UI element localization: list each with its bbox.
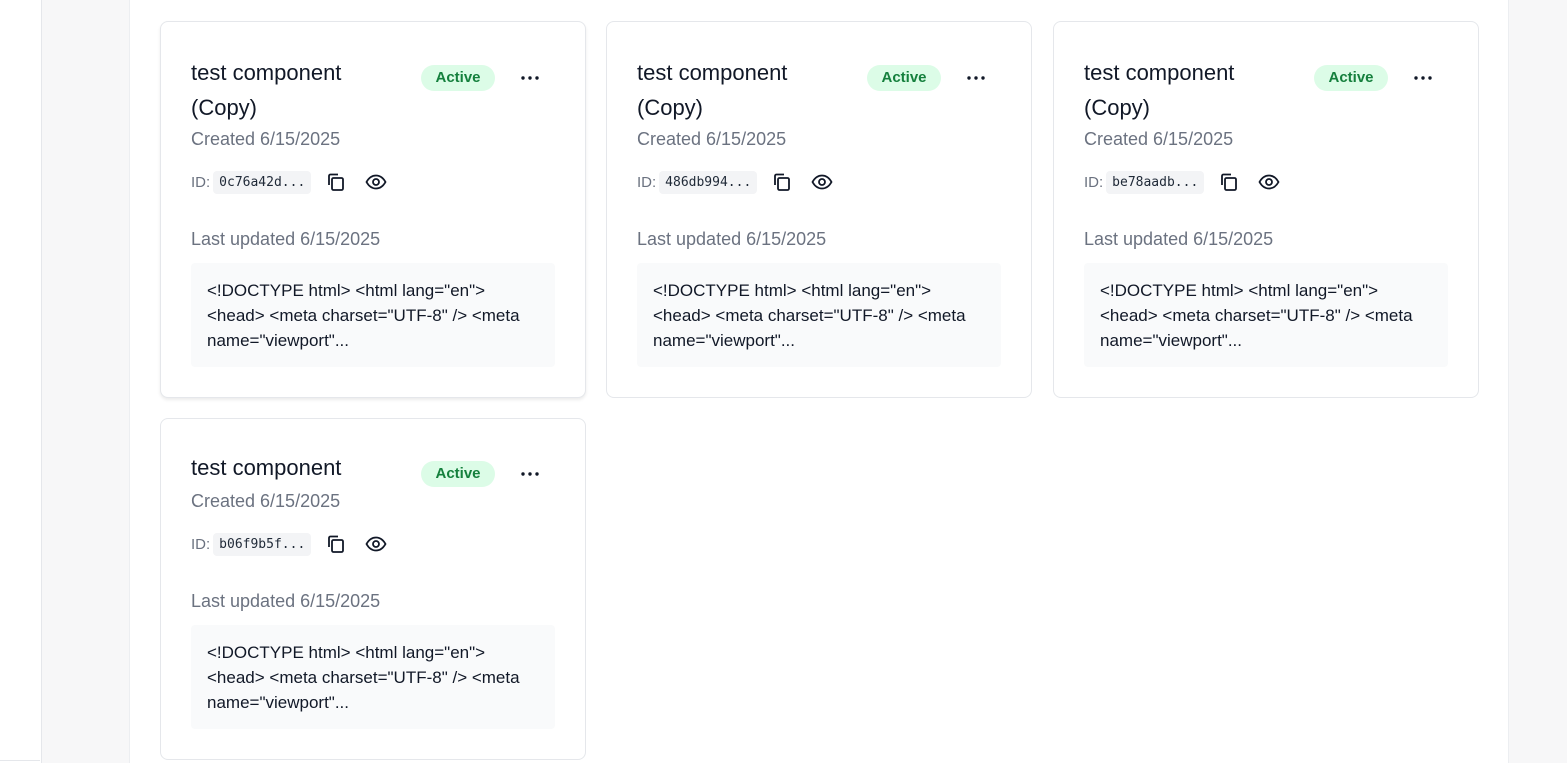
copy-icon <box>1221 173 1238 191</box>
card-title: test component (Copy) <box>637 60 788 120</box>
more-horizontal-icon <box>521 472 539 476</box>
more-options-button[interactable] <box>1406 66 1440 90</box>
status-badge: Active <box>1314 65 1388 91</box>
more-horizontal-icon <box>1414 76 1432 80</box>
code-preview: <!DOCTYPE html> <html lang="en"> <head> … <box>191 625 555 729</box>
component-card[interactable]: test component (Copy) Active Created 6/1… <box>606 21 1032 398</box>
card-title: test component <box>191 455 342 480</box>
id-label: ID: <box>637 173 657 191</box>
view-button[interactable] <box>364 532 388 556</box>
status-badge: Active <box>867 65 941 91</box>
created-date: Created 6/15/2025 <box>191 491 341 511</box>
copy-id-button[interactable] <box>1217 170 1241 194</box>
id-label: ID: <box>191 173 211 191</box>
id-label: ID: <box>1084 173 1104 191</box>
copy-icon <box>328 535 345 553</box>
view-button[interactable] <box>810 170 834 194</box>
code-preview: <!DOCTYPE html> <html lang="en"> <head> … <box>637 263 1001 367</box>
view-button[interactable] <box>364 170 388 194</box>
eye-icon <box>811 174 833 190</box>
left-sidebar <box>0 0 42 763</box>
status-badge: Active <box>421 65 495 91</box>
eye-icon <box>1258 174 1280 190</box>
component-card[interactable]: test component Active Created 6/15/2025 … <box>160 418 586 760</box>
code-preview: <!DOCTYPE html> <html lang="en"> <head> … <box>1084 263 1448 367</box>
view-button[interactable] <box>1257 170 1281 194</box>
id-label: ID: <box>191 535 211 553</box>
card-title: test component (Copy) <box>191 60 342 120</box>
copy-icon <box>774 173 791 191</box>
eye-icon <box>365 536 387 552</box>
id-value: be78aadb... <box>1106 170 1205 194</box>
id-value: 486db994... <box>659 170 758 194</box>
more-options-button[interactable] <box>513 462 547 486</box>
more-horizontal-icon <box>521 76 539 80</box>
last-updated: Last updated 6/15/2025 <box>1084 229 1274 249</box>
id-row: ID: b06f9b5f... <box>191 531 388 557</box>
card-title: test component (Copy) <box>1084 60 1235 120</box>
component-card[interactable]: test component (Copy) Active Created 6/1… <box>160 21 586 398</box>
copy-icon <box>328 173 345 191</box>
last-updated: Last updated 6/15/2025 <box>191 591 381 611</box>
last-updated: Last updated 6/15/2025 <box>191 229 381 249</box>
id-value: 0c76a42d... <box>213 170 312 194</box>
copy-id-button[interactable] <box>324 532 348 556</box>
id-value: b06f9b5f... <box>213 532 312 556</box>
more-options-button[interactable] <box>959 66 993 90</box>
sidebar-divider <box>0 760 40 761</box>
created-date: Created 6/15/2025 <box>191 129 341 149</box>
code-preview: <!DOCTYPE html> <html lang="en"> <head> … <box>191 263 555 367</box>
id-row: ID: 486db994... <box>637 169 834 195</box>
component-card[interactable]: test component (Copy) Active Created 6/1… <box>1053 21 1479 398</box>
id-row: ID: be78aadb... <box>1084 169 1281 195</box>
copy-id-button[interactable] <box>770 170 794 194</box>
more-options-button[interactable] <box>513 66 547 90</box>
id-row: ID: 0c76a42d... <box>191 169 388 195</box>
created-date: Created 6/15/2025 <box>1084 129 1234 149</box>
components-panel: test component (Copy) Active Created 6/1… <box>129 0 1509 763</box>
status-badge: Active <box>421 461 495 487</box>
last-updated: Last updated 6/15/2025 <box>637 229 827 249</box>
created-date: Created 6/15/2025 <box>637 129 787 149</box>
more-horizontal-icon <box>967 76 985 80</box>
copy-id-button[interactable] <box>324 170 348 194</box>
eye-icon <box>365 174 387 190</box>
